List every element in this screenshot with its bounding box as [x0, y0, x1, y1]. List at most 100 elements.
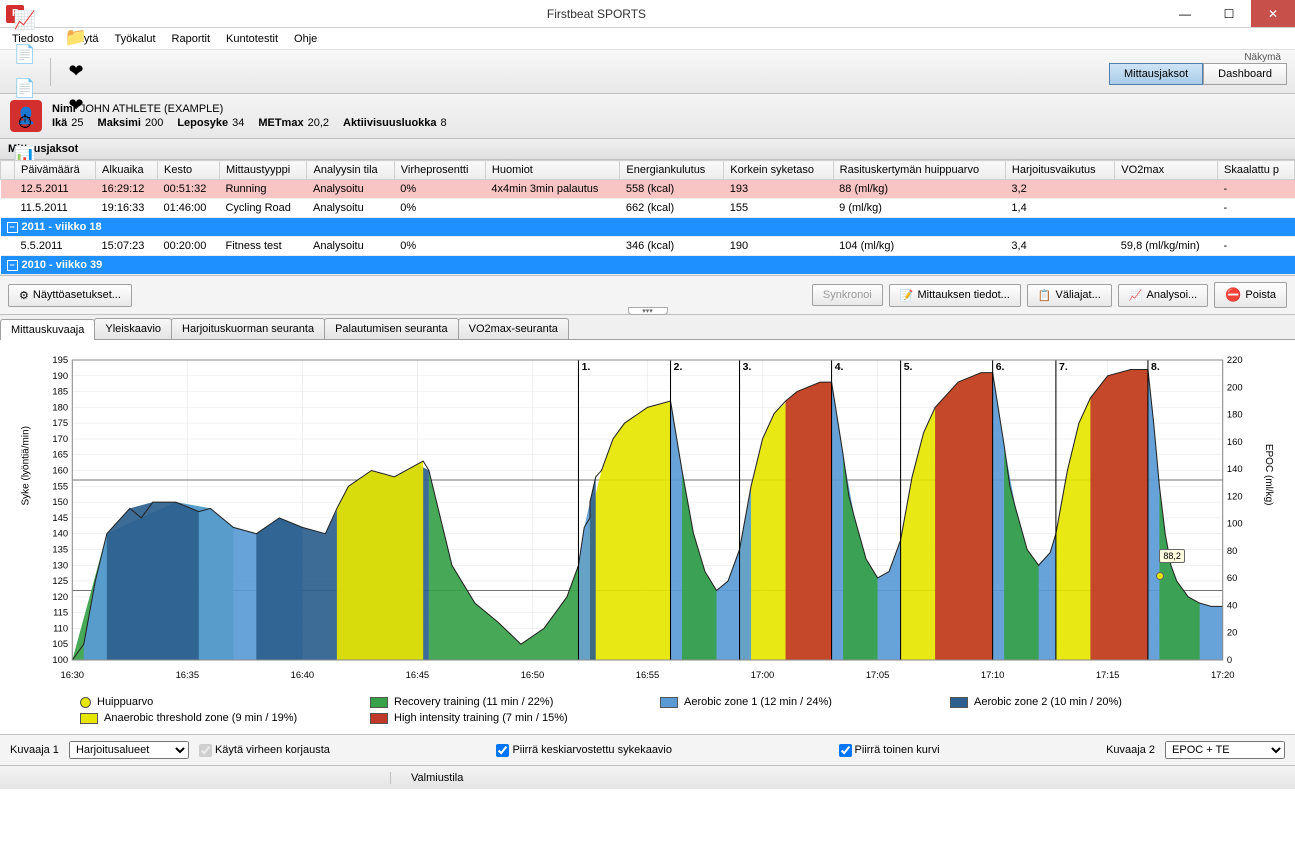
view-label: Näkymä: [1109, 52, 1287, 63]
svg-text:150: 150: [52, 497, 68, 507]
name-value: JOHN ATHLETE (EXAMPLE): [80, 103, 223, 115]
kuvaaja2-select[interactable]: EPOC + TE: [1165, 741, 1285, 759]
tab-2[interactable]: Harjoituskuorman seuranta: [171, 318, 325, 339]
table-row[interactable]: 5.5.201115:07:2300:20:00Fitness testAnal…: [1, 237, 1295, 256]
hr-chart[interactable]: Syke (lyöntiä/min) EPOC (ml/kg) 10010511…: [20, 350, 1275, 690]
view-dashboard-button[interactable]: Dashboard: [1203, 63, 1287, 85]
group-row[interactable]: −2010 - viikko 39: [1, 256, 1295, 275]
col-header[interactable]: Päivämäärä: [15, 161, 96, 180]
heart-qrt-icon[interactable]: ❤: [59, 89, 93, 123]
legend-item: Huippuarvo: [80, 696, 340, 708]
second-curve-checkbox[interactable]: Piirrä toinen kurvi: [839, 744, 940, 757]
close-button[interactable]: ✕: [1251, 0, 1295, 27]
chart-container: Syke (lyöntiä/min) EPOC (ml/kg) 10010511…: [0, 340, 1295, 734]
table-row[interactable]: 11.5.201119:16:3301:46:00Cycling RoadAna…: [1, 199, 1295, 218]
svg-text:16:35: 16:35: [176, 670, 200, 680]
details-button[interactable]: 📝Mittauksen tiedot...: [889, 284, 1021, 307]
svg-text:16:40: 16:40: [291, 670, 315, 680]
col-header[interactable]: Skaalattu p: [1217, 161, 1294, 180]
chart-icon: 📈: [1129, 289, 1143, 302]
display-settings-button[interactable]: Näyttöasetukset...: [8, 284, 132, 307]
analyze-button[interactable]: 📈Analysoi...: [1118, 284, 1208, 307]
svg-text:17:15: 17:15: [1096, 670, 1120, 680]
col-header[interactable]: Rasituskertymän huippuarvo: [833, 161, 1005, 180]
titlebar: F Firstbeat SPORTS — ☐ ✕: [0, 0, 1295, 28]
col-header[interactable]: VO2max: [1115, 161, 1218, 180]
menu-työkalut[interactable]: Työkalut: [107, 31, 164, 47]
col-header[interactable]: Energiankulutus: [620, 161, 724, 180]
act-value: 8: [441, 117, 447, 129]
doc-user-icon[interactable]: 📄: [8, 72, 42, 106]
col-header[interactable]: Mittaustyyppi: [219, 161, 307, 180]
svg-text:120: 120: [52, 592, 68, 602]
y-axis-left-label: Syke (lyöntiä/min): [21, 426, 32, 505]
view-measurements-button[interactable]: Mittausjaksot: [1109, 63, 1203, 85]
sync-folder-icon[interactable]: 📁: [59, 21, 93, 55]
col-header[interactable]: Kesto: [158, 161, 220, 180]
maximize-button[interactable]: ☐: [1207, 0, 1251, 27]
edit-icon: 📝: [900, 289, 914, 302]
act-label: Aktiivisuusluokka: [343, 117, 437, 129]
svg-text:195: 195: [52, 355, 68, 365]
col-header[interactable]: Korkein syketaso: [724, 161, 833, 180]
avg-hr-checkbox[interactable]: Piirrä keskiarvostettu sykekaavio: [496, 744, 672, 757]
svg-text:80: 80: [1227, 546, 1237, 556]
splitter-handle[interactable]: ▾▾▾: [628, 307, 668, 315]
hr-chart-icon[interactable]: 📈: [8, 4, 42, 38]
measurements-table-wrap[interactable]: PäivämääräAlkuaikaKestoMittaustyyppiAnal…: [0, 160, 1295, 276]
svg-text:100: 100: [52, 655, 68, 665]
splits-button[interactable]: 📋Väliajat...: [1027, 284, 1112, 307]
group-row[interactable]: −2011 - viikko 18: [1, 218, 1295, 237]
svg-text:4.: 4.: [835, 362, 844, 373]
minimize-button[interactable]: —: [1163, 0, 1207, 27]
tab-0[interactable]: Mittauskuvaaja: [0, 319, 95, 340]
toolbar: 👤📈📄📄⏱📊 📁❤❤ Näkymä Mittausjaksot Dashboar…: [0, 50, 1295, 94]
legend-item: High intensity training (7 min / 15%): [370, 712, 630, 724]
section-title: Mittausjaksot: [0, 139, 1295, 160]
chart-tabs: MittauskuvaajaYleiskaavioHarjoituskuorma…: [0, 315, 1295, 340]
svg-text:160: 160: [52, 466, 68, 476]
menu-raportit[interactable]: Raportit: [164, 31, 219, 47]
sync-button[interactable]: Synkronoi: [812, 284, 883, 306]
col-header[interactable]: Harjoitusvaikutus: [1005, 161, 1114, 180]
doc-clock-icon[interactable]: ⏱: [8, 106, 42, 140]
menu-ohje[interactable]: Ohje: [286, 31, 325, 47]
svg-text:7.: 7.: [1059, 362, 1068, 373]
svg-text:16:55: 16:55: [636, 670, 660, 680]
svg-text:185: 185: [52, 387, 68, 397]
table-row[interactable]: 12.5.201116:29:1200:51:32RunningAnalysoi…: [1, 180, 1295, 199]
legend-item: Anaerobic threshold zone (9 min / 19%): [80, 712, 340, 724]
met-label: METmax: [258, 117, 303, 129]
max-value: 200: [145, 117, 163, 129]
svg-text:17:00: 17:00: [751, 670, 775, 680]
tab-1[interactable]: Yleiskaavio: [94, 318, 172, 339]
svg-text:8.: 8.: [1151, 362, 1160, 373]
doc1-icon[interactable]: 📄: [8, 38, 42, 72]
col-header[interactable]: Virheprosentti: [394, 161, 485, 180]
col-header[interactable]: Huomiot: [485, 161, 620, 180]
delete-button[interactable]: ⛔Poista: [1214, 282, 1287, 308]
svg-text:180: 180: [52, 403, 68, 413]
svg-text:20: 20: [1227, 628, 1237, 638]
toolbar-separator: [50, 58, 51, 86]
svg-text:60: 60: [1227, 573, 1237, 583]
kuvaaja1-label: Kuvaaja 1: [10, 744, 59, 756]
status-text: Valmiustila: [390, 772, 483, 784]
svg-text:155: 155: [52, 481, 68, 491]
heart-wifi-icon[interactable]: ❤: [59, 55, 93, 89]
kuvaaja1-select[interactable]: Harjoitusalueet: [69, 741, 189, 759]
svg-text:17:05: 17:05: [866, 670, 890, 680]
svg-text:105: 105: [52, 639, 68, 649]
col-header[interactable]: Alkuaika: [96, 161, 158, 180]
col-header[interactable]: Analyysin tila: [307, 161, 394, 180]
rest-value: 34: [232, 117, 244, 129]
svg-text:115: 115: [53, 608, 68, 618]
svg-text:130: 130: [52, 560, 68, 570]
menu-kuntotestit[interactable]: Kuntotestit: [218, 31, 286, 47]
measurements-table: PäivämääräAlkuaikaKestoMittaustyyppiAnal…: [0, 160, 1295, 275]
user-edit-icon[interactable]: 👤: [8, 0, 42, 4]
tab-3[interactable]: Palautumisen seuranta: [324, 318, 459, 339]
error-correction-checkbox[interactable]: Käytä virheen korjausta: [199, 744, 330, 757]
tab-4[interactable]: VO2max-seuranta: [458, 318, 569, 339]
svg-text:220: 220: [1227, 355, 1243, 365]
